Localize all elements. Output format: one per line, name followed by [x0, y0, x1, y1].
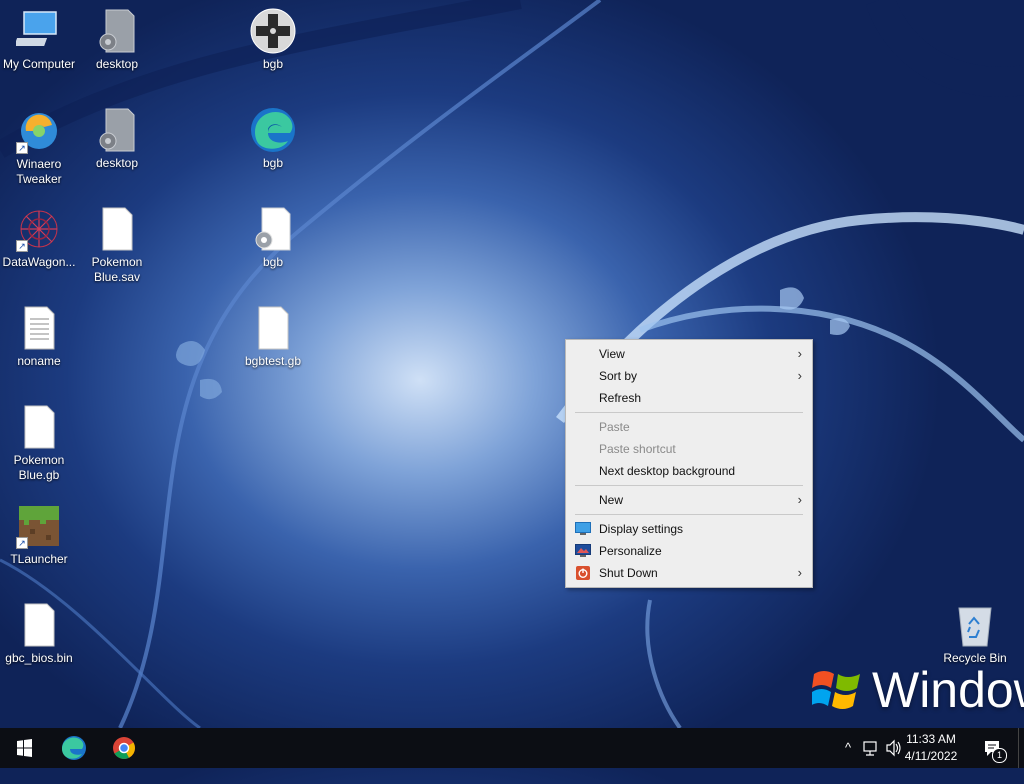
shortcut-arrow-icon: ↗ — [16, 142, 28, 154]
desktop-context-menu: View › Sort by › Refresh Paste Paste sho… — [565, 339, 813, 588]
datawagon-icon: ↗ — [16, 206, 62, 252]
menu-item-view[interactable]: View › — [566, 343, 812, 365]
submenu-arrow-icon: › — [797, 368, 802, 383]
taskbar-edge-button[interactable] — [52, 728, 96, 768]
icon-label: gbc_bios.bin — [5, 651, 73, 665]
action-center-notification-icon[interactable]: 1 — [982, 728, 1007, 768]
network-icon[interactable] — [861, 728, 881, 768]
blank-file-icon — [250, 305, 296, 351]
icon-label: Pokemon Blue.gb — [13, 453, 65, 482]
wallpaper-windows-text: Windows — [872, 662, 1024, 718]
desktop-icon-noname[interactable]: noname — [0, 305, 78, 369]
desktop-icon-bgb-1[interactable]: bgb — [234, 8, 312, 72]
menu-item-paste: Paste — [566, 416, 812, 438]
icon-label: desktop — [95, 156, 139, 170]
menu-separator — [575, 412, 803, 413]
menu-item-label: Display settings — [599, 522, 684, 536]
start-button[interactable] — [2, 728, 46, 768]
desktop-icon-bgb-2[interactable]: bgb — [234, 107, 312, 171]
clock-date: 4/11/2022 — [904, 749, 958, 763]
shortcut-arrow-icon: ↗ — [16, 240, 28, 252]
desktop-icon-datawagon[interactable]: ↗ DataWagon... — [0, 206, 78, 270]
menu-item-personalize[interactable]: Personalize — [566, 540, 812, 562]
notification-count-badge: 1 — [992, 748, 1007, 763]
menu-item-refresh[interactable]: Refresh — [566, 387, 812, 409]
menu-item-label: Shut Down — [599, 566, 658, 580]
submenu-arrow-icon: › — [797, 346, 802, 361]
text-file-icon — [16, 305, 62, 351]
show-desktop-button[interactable] — [1018, 728, 1024, 768]
clock-time: 11:33 AM — [906, 732, 956, 746]
menu-item-paste-shortcut: Paste shortcut — [566, 438, 812, 460]
menu-item-display-settings[interactable]: Display settings — [566, 518, 812, 540]
icon-label: desktop — [95, 57, 139, 71]
desktop-icon-pokemon-blue-gb[interactable]: Pokemon Blue.gb — [0, 404, 78, 483]
system-clock[interactable]: 11:33 AM 4/11/2022 — [896, 731, 966, 765]
computer-icon — [14, 8, 62, 54]
menu-separator — [575, 485, 803, 486]
blank-file-icon — [16, 404, 62, 450]
taskbar-chrome-button[interactable] — [102, 728, 146, 768]
icon-label: noname — [17, 354, 61, 368]
menu-item-shut-down[interactable]: Shut Down › — [566, 562, 812, 584]
config-file-icon — [94, 8, 140, 54]
menu-item-label: Personalize — [599, 544, 662, 558]
menu-item-sort-by[interactable]: Sort by › — [566, 365, 812, 387]
config-file-icon — [94, 107, 140, 153]
menu-item-next-desktop-background[interactable]: Next desktop background — [566, 460, 812, 482]
desktop-icon-bgb-3[interactable]: bgb — [234, 206, 312, 270]
menu-separator — [575, 514, 803, 515]
icon-label: DataWagon... — [2, 255, 76, 269]
desktop-icon-gbc-bios-bin[interactable]: gbc_bios.bin — [0, 602, 78, 666]
menu-item-label: Paste — [599, 420, 630, 434]
desktop-icon-winaero-tweaker[interactable]: ↗ Winaero Tweaker — [0, 108, 78, 187]
winaero-tweaker-icon: ↗ — [16, 108, 62, 154]
windows-wallpaper-logo — [810, 666, 862, 712]
submenu-arrow-icon: › — [797, 492, 802, 507]
blank-file-icon — [16, 602, 62, 648]
menu-item-label: View — [599, 347, 625, 361]
edge-browser-icon — [250, 107, 296, 153]
menu-item-label: Sort by — [599, 369, 638, 383]
icon-label: Pokemon Blue.sav — [91, 255, 143, 284]
shortcut-arrow-icon: ↗ — [16, 537, 28, 549]
menu-item-label: Paste shortcut — [599, 442, 676, 456]
menu-item-label: Refresh — [599, 391, 642, 405]
icon-label: bgb — [262, 57, 284, 71]
config-file-icon — [250, 206, 296, 252]
icon-label: bgbtest.gb — [244, 354, 302, 368]
icon-label: My Computer — [2, 57, 76, 71]
desktop[interactable]: My Computer ↗ Winaero Tweaker ↗ DataWago… — [0, 0, 1024, 728]
windows-start-icon — [17, 739, 32, 757]
desktop-icon-recycle-bin[interactable]: Recycle Bin — [936, 602, 1014, 666]
submenu-arrow-icon: › — [797, 565, 802, 580]
menu-item-label: Next desktop background — [599, 464, 736, 478]
desktop-icon-bgbtest-gb[interactable]: bgbtest.gb — [234, 305, 312, 369]
edge-browser-icon — [62, 736, 86, 760]
desktop-icon-tlauncher[interactable]: ↗ TLauncher — [0, 503, 78, 567]
taskbar: ^ 11:33 AM 4/11/2022 1 — [0, 728, 1024, 768]
chrome-browser-icon — [113, 737, 135, 759]
blank-file-icon — [94, 206, 140, 252]
gamepad-dpad-icon — [250, 8, 296, 54]
menu-item-label: New — [599, 493, 624, 507]
icon-label: bgb — [262, 156, 284, 170]
desktop-icon-my-computer[interactable]: My Computer — [0, 8, 78, 72]
tlauncher-grass-block-icon: ↗ — [16, 503, 62, 549]
desktop-icon-desktop-1[interactable]: desktop — [78, 8, 156, 72]
recycle-bin-icon — [952, 602, 998, 648]
personalize-icon — [575, 544, 591, 557]
power-icon — [576, 566, 590, 580]
tray-overflow-chevron-icon[interactable]: ^ — [838, 728, 858, 768]
desktop-icon-desktop-2[interactable]: desktop — [78, 107, 156, 171]
icon-label: TLauncher — [10, 552, 68, 566]
display-icon — [575, 522, 591, 535]
menu-item-new[interactable]: New › — [566, 489, 812, 511]
desktop-icon-pokemon-blue-sav[interactable]: Pokemon Blue.sav — [78, 206, 156, 285]
icon-label: Winaero Tweaker — [16, 157, 62, 186]
icon-label: bgb — [262, 255, 284, 269]
